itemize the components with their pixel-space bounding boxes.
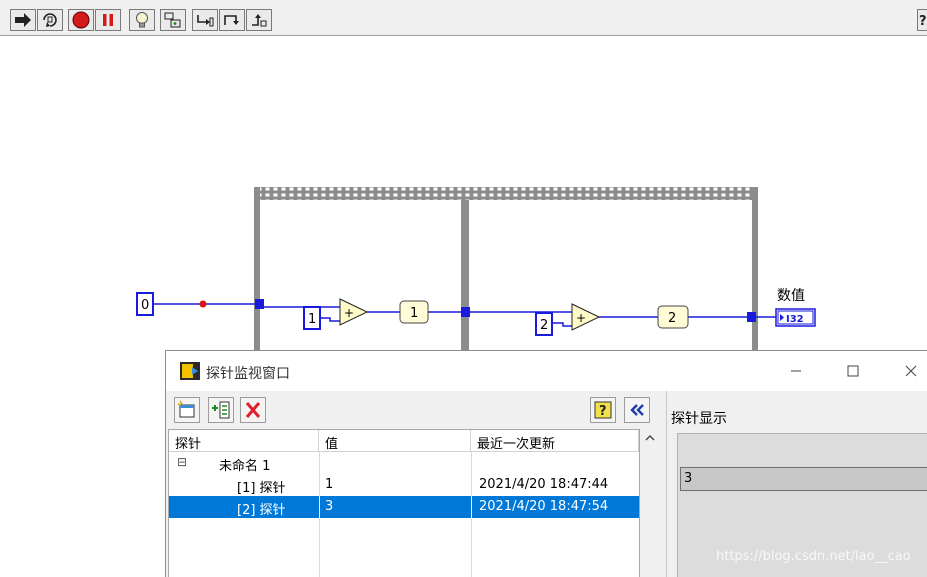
collapse-pane-button[interactable] xyxy=(624,397,650,423)
group-label: 未命名 1 xyxy=(219,459,271,474)
add-probe-icon xyxy=(212,401,230,419)
minimize-icon xyxy=(791,370,801,372)
vertical-scrollbar[interactable] xyxy=(640,429,660,577)
svg-text:?: ? xyxy=(599,404,607,419)
step-over-icon xyxy=(197,15,214,27)
step-into-icon xyxy=(164,12,181,28)
add-probe-button[interactable] xyxy=(208,397,234,423)
help-icon: ? xyxy=(594,401,612,419)
indicator-label: 数值 xyxy=(777,288,805,304)
run-button[interactable] xyxy=(10,9,36,31)
column-header-last-update[interactable]: 最近一次更新 xyxy=(471,430,639,452)
run-continuously-button[interactable] xyxy=(37,9,63,31)
pause-button[interactable] xyxy=(95,9,121,31)
probe-display-value: 3 xyxy=(680,467,927,491)
context-help-button[interactable]: ? xyxy=(917,9,927,31)
minimize-button[interactable] xyxy=(781,359,811,383)
probe-2-label: 2 xyxy=(668,311,676,326)
numeric-constant-two[interactable]: 2 xyxy=(535,312,553,336)
probe-display-pane: 探针显示 3 https://blog.csdn.net/lao__cao xyxy=(666,391,927,577)
scroll-up-icon[interactable] xyxy=(640,429,660,447)
close-button[interactable] xyxy=(896,359,926,383)
delete-probe-button[interactable] xyxy=(240,397,266,423)
help-button[interactable]: ? xyxy=(590,397,616,423)
constant-zero-text: 0 xyxy=(141,298,149,313)
table-row[interactable]: [1] 探针 1 2021/4/20 18:47:44 xyxy=(169,474,639,496)
probe-updated: 2021/4/20 18:47:54 xyxy=(479,499,609,514)
tunnel-in[interactable] xyxy=(255,299,264,309)
highlight-execution-icon xyxy=(136,12,148,28)
coercion-dot xyxy=(199,300,207,308)
probe-list-pane: ? 探针 值 最近一次更新 ⊟ 未命名 1 [1] 探针 1 2021/4/20… xyxy=(166,391,666,577)
tunnel-out[interactable] xyxy=(747,312,756,322)
column-header-probe[interactable]: 探针 xyxy=(169,430,319,452)
probe-value: 3 xyxy=(325,499,334,514)
numeric-indicator[interactable]: I32 xyxy=(775,308,816,327)
new-probe-button[interactable] xyxy=(174,397,200,423)
close-icon xyxy=(905,365,917,377)
numeric-constant-one[interactable]: 1 xyxy=(303,306,321,330)
tree-group-row[interactable]: ⊟ 未命名 1 xyxy=(169,452,639,474)
new-probe-icon xyxy=(177,400,195,418)
maximize-button[interactable] xyxy=(838,359,868,383)
retain-values-button[interactable] xyxy=(160,9,186,31)
probe-value: 1 xyxy=(325,477,334,492)
probe-name: [2] 探针 xyxy=(237,503,286,518)
watermark-text: https://blog.csdn.net/lao__cao xyxy=(716,549,911,564)
probe-name: [1] 探针 xyxy=(237,481,286,496)
constant-one-text: 1 xyxy=(308,312,316,327)
highlight-execution-button[interactable] xyxy=(129,9,155,31)
sequence-tunnel[interactable] xyxy=(461,307,470,317)
step-out-icon xyxy=(224,15,239,25)
probe-1-label: 1 xyxy=(410,306,418,321)
run-arrow-icon xyxy=(15,13,31,27)
probe-1[interactable]: 1 xyxy=(399,300,429,324)
collapse-toggle-icon[interactable]: ⊟ xyxy=(177,455,187,469)
probe-window-icon xyxy=(180,362,200,380)
pause-icon xyxy=(103,14,113,26)
abort-icon xyxy=(72,11,90,29)
flat-sequence-structure[interactable] xyxy=(254,187,758,362)
window-title: 探针监视窗口 xyxy=(206,366,290,382)
probe-display-label: 探针显示 xyxy=(671,411,727,427)
collapse-icon xyxy=(630,404,644,416)
retain-wire-values-icon xyxy=(43,13,57,27)
maximize-icon xyxy=(847,365,859,377)
svg-text:?: ? xyxy=(919,14,927,28)
probe-display-panel: 3 https://blog.csdn.net/lao__cao xyxy=(677,433,927,577)
step-over-button[interactable] xyxy=(219,9,245,31)
indicator-type: I32 xyxy=(786,314,804,325)
probe-watch-window[interactable]: 探针监视窗口 ? 探针 值 最近一次更新 ⊟ 未命名 1 [1] 探针 1 20… xyxy=(165,350,927,577)
probe-updated: 2021/4/20 18:47:44 xyxy=(479,477,609,492)
numeric-constant-zero[interactable]: 0 xyxy=(136,292,154,316)
add-plus-icon: + xyxy=(344,306,354,320)
help-icon: ? xyxy=(919,14,927,28)
constant-two-text: 2 xyxy=(540,318,548,333)
step-into-button[interactable] xyxy=(192,9,218,31)
column-header-value[interactable]: 值 xyxy=(319,430,471,452)
add-plus-icon: + xyxy=(576,311,586,325)
window-title-bar[interactable]: 探针监视窗口 xyxy=(166,351,927,391)
delete-icon xyxy=(245,402,261,418)
diagram-toolbar: ? xyxy=(0,0,927,36)
step-arrow-icon xyxy=(252,14,267,27)
abort-button[interactable] xyxy=(68,9,94,31)
table-row-selected[interactable]: [2] 探针 3 2021/4/20 18:47:54 xyxy=(169,496,639,518)
probe-2[interactable]: 2 xyxy=(657,305,689,329)
step-out-button[interactable] xyxy=(246,9,272,31)
probe-tree[interactable]: 探针 值 最近一次更新 ⊟ 未命名 1 [1] 探针 1 2021/4/20 1… xyxy=(168,429,640,577)
